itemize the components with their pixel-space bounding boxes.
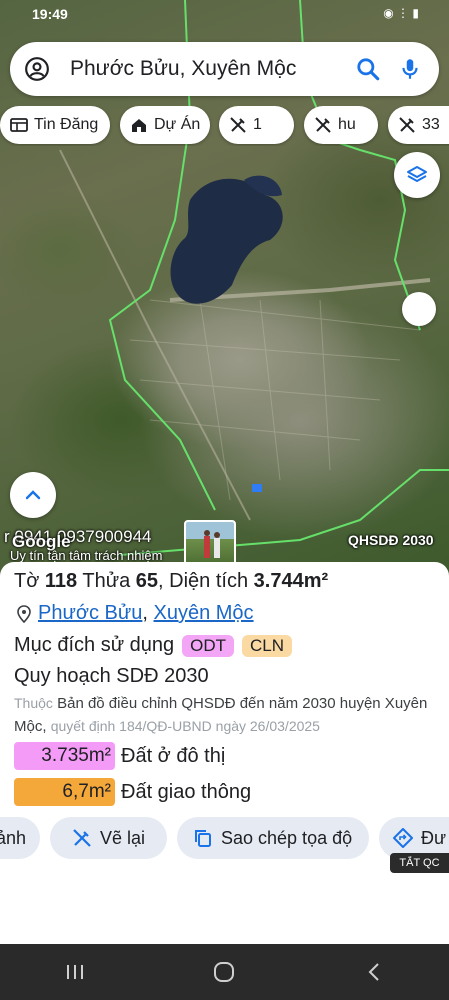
area-value-text: 6,7m² — [62, 781, 111, 802]
chip-projects[interactable]: Dự Án — [120, 106, 210, 144]
purpose-label: Mục đích sử dụng — [14, 634, 175, 656]
search-bar[interactable]: Phước Bửu, Xuyên Mộc — [10, 42, 439, 96]
purpose-badge-odt: ODT — [182, 634, 235, 657]
area-row-traffic: 6,7m² Đất giao thông — [14, 778, 251, 806]
parcel-info-sheet: Tờ 118 Thửa 65, Diện tích 3.744m² Phước … — [0, 562, 449, 944]
note-prefix: Thuộc — [14, 695, 53, 711]
layers-button[interactable] — [394, 152, 440, 198]
district-link[interactable]: Xuyên Mộc — [154, 602, 254, 625]
house-project-icon — [132, 119, 146, 132]
recents-icon — [66, 965, 83, 979]
layer-label: QHSDĐ 2030 — [348, 532, 434, 548]
chip-label: Dự Án — [154, 116, 201, 133]
map-side-handle[interactable] — [402, 292, 436, 326]
ad-off-button[interactable]: TẮT QC — [390, 853, 449, 873]
chevron-up-icon — [25, 490, 41, 500]
chip-filter-hu[interactable]: hu — [304, 106, 378, 144]
action-label: ảnh — [0, 827, 26, 848]
area-value-text: 3.735m² — [41, 745, 111, 766]
purpose-badge-cln: CLN — [242, 634, 293, 657]
filter-chips: Tin Đăng Dự Án 1 hu 33 — [0, 106, 449, 146]
back-button[interactable] — [344, 952, 404, 992]
location-row: Phước Bửu, Xuyên Mộc — [16, 602, 254, 625]
directions-icon — [393, 828, 413, 848]
home-icon — [214, 962, 235, 982]
slogan-overlay: Uy tín tận tâm trách nhiệm — [10, 548, 163, 563]
chip-listings[interactable]: Tin Đăng — [0, 106, 110, 144]
area-label: Diện tích — [169, 570, 249, 592]
system-nav-bar — [0, 944, 449, 1000]
chip-label: hu — [338, 116, 356, 133]
ward-link[interactable]: Phước Bửu — [38, 602, 142, 625]
copy-coords-button[interactable]: Sao chép tọa độ — [177, 817, 369, 859]
plan-title: Quy hoạch SDĐ 2030 — [14, 665, 209, 687]
search-query[interactable]: Phước Bửu, Xuyên Mộc — [70, 57, 355, 81]
microphone-icon[interactable] — [397, 56, 423, 82]
area-label-urban: Đất ở đô thị — [121, 744, 226, 767]
chip-label: 1 — [253, 116, 262, 133]
area-label-traffic: Đất giao thông — [121, 780, 252, 803]
plot-label: Thửa — [82, 570, 131, 592]
back-icon — [368, 963, 379, 981]
chip-filter-1[interactable]: 1 — [219, 106, 294, 144]
action-label: Đư — [421, 827, 447, 848]
redraw-button[interactable]: Vẽ lại — [50, 817, 167, 859]
expand-sheet-button[interactable] — [10, 472, 56, 518]
chip-label: 33 — [422, 116, 440, 133]
no-edit-icon — [399, 117, 415, 133]
area-row-urban: 3.735m² Đất ở đô thị — [14, 742, 225, 770]
plan-note: Thuộc Bản đồ điều chỉnh QHSDĐ đến năm 20… — [14, 692, 442, 738]
no-edit-icon — [315, 117, 331, 133]
copy-icon — [195, 830, 211, 847]
chip-label: Tin Đăng — [34, 116, 99, 133]
parcel-title: Tờ 118 Thửa 65, Diện tích 3.744m² — [14, 570, 329, 592]
photo-button[interactable]: ảnh — [0, 817, 40, 859]
home-button[interactable] — [194, 952, 254, 992]
status-time: 19:49 — [32, 6, 68, 22]
area-value-traffic: 6,7m² — [14, 778, 115, 806]
account-circle-icon[interactable] — [24, 56, 50, 82]
layers-icon — [407, 166, 427, 182]
plot-number: 65 — [135, 570, 159, 592]
status-icons: ◉ ⋮ ▮ — [383, 6, 419, 20]
action-label: Sao chép tọa độ — [221, 827, 353, 848]
sheet-label: Tờ — [14, 570, 40, 592]
location-pin-icon — [17, 604, 31, 623]
action-buttons: ảnh Vẽ lại Sao chép tọa độ Đư — [0, 817, 449, 861]
recents-button[interactable] — [45, 952, 105, 992]
note-decision: quyết định 184/QĐ-UBND ngày 26/03/2025 — [50, 718, 320, 734]
purpose-row: Mục đích sử dụng ODT CLN — [14, 634, 293, 657]
redraw-icon — [73, 829, 91, 847]
listing-icon — [10, 118, 28, 132]
sheet-number: 118 — [44, 570, 78, 592]
chip-filter-33[interactable]: 33 — [388, 106, 449, 144]
no-edit-icon — [230, 117, 246, 133]
street-photo-thumbnail[interactable] — [184, 520, 236, 566]
action-label: Vẽ lại — [100, 827, 146, 848]
area-value-urban: 3.735m² — [14, 742, 115, 770]
area-value: 3.744m² — [253, 570, 329, 592]
search-icon[interactable] — [355, 56, 381, 82]
